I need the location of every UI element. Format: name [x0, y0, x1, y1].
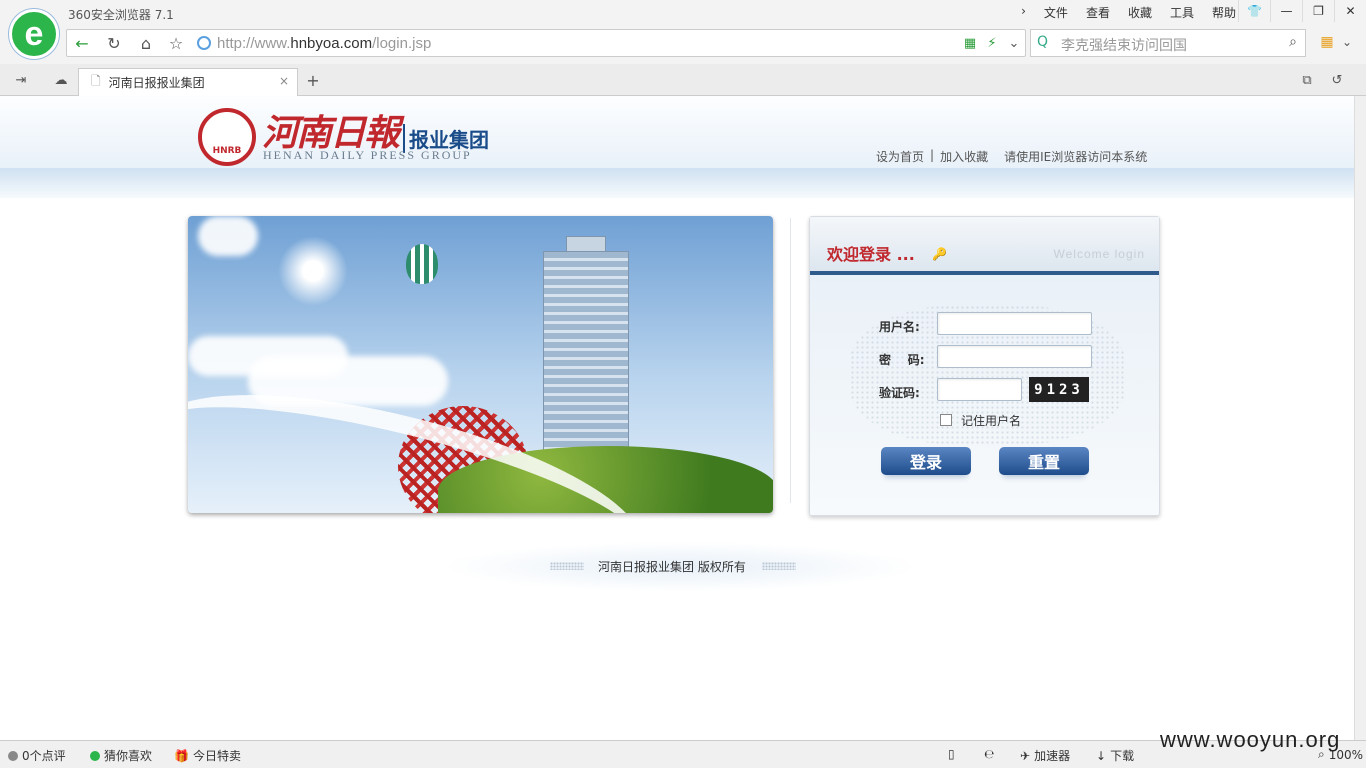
comments-text: 0个点评 — [22, 749, 66, 763]
tab-close-icon[interactable]: × — [279, 74, 289, 88]
header-links: 设为首页 | 加入收藏 请使用IE浏览器访问本系统 — [876, 148, 1147, 165]
address-group: ← ↻ ⌂ ☆ http://www. hnbyoa.com/login.jsp … — [66, 29, 1026, 57]
deals-text: 今日特卖 — [192, 749, 241, 763]
browser-name: 360安全浏览器 7.1 — [68, 8, 174, 22]
rocket-icon: ✈ — [1020, 748, 1031, 763]
accelerator-text: 加速器 — [1034, 749, 1071, 763]
tab-active[interactable]: 🗋 河南日报报业集团 × — [78, 68, 298, 96]
url-prefix: http://www. — [217, 34, 291, 52]
password-label: 密 码: — [879, 353, 925, 367]
captcha-image[interactable]: 9123 — [1029, 377, 1089, 402]
search-icon[interactable]: ⌕ — [1289, 34, 1297, 50]
new-tab-button[interactable]: + — [300, 70, 326, 90]
search-box[interactable]: Q 李克强结束访问回国 ⌕ — [1030, 29, 1306, 57]
download-item[interactable]: ↓ 下载 — [1096, 747, 1134, 764]
search-engine-icon[interactable]: Q — [1037, 34, 1048, 50]
deals-item[interactable]: 🎁 今日特卖 — [174, 747, 241, 764]
mobile-icon[interactable]: ▯ — [948, 747, 955, 761]
ie-mode-icon[interactable]: ℮ — [984, 747, 994, 761]
password-input[interactable] — [937, 345, 1092, 368]
sidebar-toggle-icon[interactable]: ⇥ — [8, 70, 34, 90]
username-input[interactable] — [937, 312, 1092, 335]
login-title: 欢迎登录 ... — [827, 245, 915, 264]
accelerator-item[interactable]: ✈ 加速器 — [1020, 747, 1070, 764]
ie-notice: 请使用IE浏览器访问本系统 — [1004, 150, 1148, 164]
star-icon[interactable]: ☆ — [163, 33, 189, 53]
banner-photo — [188, 216, 773, 513]
restore-tabs-icon[interactable]: ⧉ — [1294, 70, 1320, 90]
login-panel: 欢迎登录 ... 🔑 Welcome login 用户名: 密 码: 验证码: … — [809, 216, 1160, 516]
title-bar: 360安全浏览器 7.1 › 文件 查看 收藏 工具 帮助 👕 — ❐ ✕ — [0, 0, 1366, 26]
menu-view[interactable]: 查看 — [1086, 4, 1110, 21]
menu-favorites[interactable]: 收藏 — [1128, 4, 1152, 21]
vertical-scrollbar[interactable] — [1354, 96, 1366, 740]
remember-checkbox[interactable] — [940, 414, 952, 426]
site-title-en: HENAN DAILY PRESS GROUP — [263, 148, 472, 162]
browser-logo-icon[interactable]: e — [9, 9, 59, 59]
footer: 河南日报报业集团 版权所有 — [440, 542, 920, 592]
download-text: 下载 — [1110, 749, 1135, 763]
window-controls: 👕 — ❐ ✕ — [1238, 0, 1366, 22]
menu-tools[interactable]: 工具 — [1170, 4, 1194, 21]
home-icon[interactable]: ⌂ — [133, 33, 159, 53]
footer-dots-left — [550, 562, 584, 570]
url-path: /login.jsp — [372, 34, 432, 52]
login-button[interactable]: 登录 — [881, 447, 971, 475]
menu-chevron-icon[interactable]: › — [1021, 4, 1026, 21]
gift-icon: 🎁 — [174, 748, 189, 763]
guess-item[interactable]: 猜你喜欢 — [90, 747, 152, 764]
tower-building — [543, 251, 629, 451]
menu-bar: › 文件 查看 收藏 工具 帮助 — [1021, 4, 1236, 21]
watermark: www.wooyun.org — [1160, 727, 1341, 752]
site-logo: HNRB — [198, 108, 256, 166]
page-icon: 🗋 — [91, 74, 101, 88]
cloud-shape — [198, 216, 258, 256]
reset-button[interactable]: 重置 — [999, 447, 1089, 475]
key-icon: 🔑 — [932, 247, 947, 261]
close-button[interactable]: ✕ — [1334, 0, 1366, 22]
set-homepage-link[interactable]: 设为首页 — [876, 148, 924, 165]
undo-close-icon[interactable]: ↺ — [1324, 70, 1350, 90]
captcha-label: 验证码: — [879, 386, 920, 400]
add-favorite-link[interactable]: 加入收藏 — [940, 148, 988, 165]
site-header: HNRB 河南日報 报业集团 HENAN DAILY PRESS GROUP 设… — [0, 96, 1354, 198]
globe-icon — [197, 36, 211, 50]
login-header: 欢迎登录 ... 🔑 Welcome login — [810, 217, 1159, 275]
dropdown-chevron-icon[interactable]: ⌄ — [1001, 33, 1027, 53]
login-title-en: Welcome login — [1053, 247, 1145, 261]
header-band — [0, 168, 1354, 198]
apps-chevron-icon[interactable]: ⌄ — [1334, 32, 1360, 52]
nav-bar: ← ↻ ⌂ ☆ http://www. hnbyoa.com/login.jsp … — [0, 26, 1366, 64]
remember-label: 记住用户名 — [961, 414, 1022, 428]
balloon-shape — [406, 244, 438, 284]
page-content: HNRB 河南日報 报业集团 HENAN DAILY PRESS GROUP 设… — [0, 96, 1366, 740]
menu-file[interactable]: 文件 — [1044, 4, 1068, 21]
tab-title: 河南日报报业集团 — [108, 76, 205, 90]
menu-help[interactable]: 帮助 — [1212, 4, 1236, 21]
comments-item[interactable]: 0个点评 — [8, 747, 66, 764]
back-icon[interactable]: ← — [69, 33, 95, 53]
copyright-text: 河南日报报业集团 版权所有 — [598, 560, 746, 574]
tab-bar: ⇥ ☁ 🗋 河南日报报业集团 × + ⧉ ↺ — [0, 64, 1366, 96]
url-domain: hnbyoa.com — [290, 34, 373, 52]
captcha-input[interactable] — [937, 378, 1022, 401]
refresh-icon[interactable]: ↻ — [101, 33, 127, 53]
guess-icon — [90, 750, 100, 761]
vertical-divider — [790, 218, 791, 503]
link-separator: | — [930, 148, 935, 162]
search-text: 李克强结束访问回国 — [1061, 38, 1187, 54]
skin-icon[interactable]: 👕 — [1238, 0, 1270, 22]
sun-shape — [278, 236, 348, 306]
address-bar[interactable]: http://www. hnbyoa.com/login.jsp — [197, 32, 957, 54]
comment-icon — [8, 750, 18, 761]
guess-text: 猜你喜欢 — [104, 749, 153, 763]
username-label: 用户名: — [879, 320, 920, 334]
cloud-icon[interactable]: ☁ — [48, 70, 74, 90]
footer-dots-right — [762, 562, 796, 570]
maximize-button[interactable]: ❐ — [1302, 0, 1334, 22]
download-icon: ↓ — [1096, 748, 1107, 763]
minimize-button[interactable]: — — [1270, 0, 1302, 22]
